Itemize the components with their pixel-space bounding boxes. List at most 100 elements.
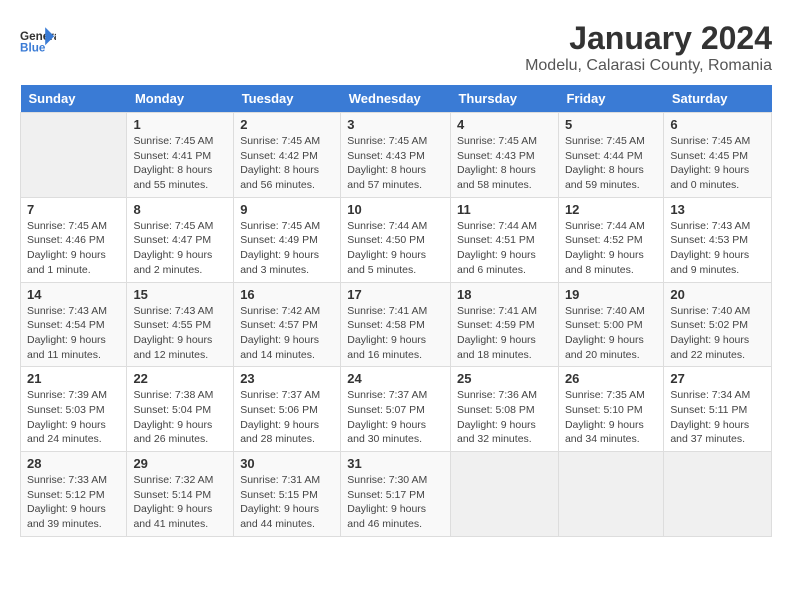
day-info: Sunrise: 7:39 AM Sunset: 5:03 PM Dayligh…: [27, 388, 120, 447]
day-info: Sunrise: 7:45 AM Sunset: 4:43 PM Dayligh…: [457, 134, 552, 193]
day-info: Sunrise: 7:45 AM Sunset: 4:46 PM Dayligh…: [27, 219, 120, 278]
weekday-header-cell: Wednesday: [341, 85, 451, 113]
day-number: 6: [670, 117, 765, 132]
calendar-cell: 9 Sunrise: 7:45 AM Sunset: 4:49 PM Daylig…: [234, 197, 341, 282]
day-number: 2: [240, 117, 334, 132]
day-number: 27: [670, 371, 765, 386]
day-number: 3: [347, 117, 444, 132]
day-number: 1: [133, 117, 227, 132]
day-info: Sunrise: 7:44 AM Sunset: 4:50 PM Dayligh…: [347, 219, 444, 278]
day-number: 10: [347, 202, 444, 217]
day-number: 11: [457, 202, 552, 217]
page-subtitle: Modelu, Calarasi County, Romania: [525, 57, 772, 75]
day-number: 30: [240, 456, 334, 471]
day-info: Sunrise: 7:45 AM Sunset: 4:47 PM Dayligh…: [133, 219, 227, 278]
day-info: Sunrise: 7:43 AM Sunset: 4:55 PM Dayligh…: [133, 304, 227, 363]
weekday-header-cell: Friday: [558, 85, 663, 113]
calendar-cell: 27 Sunrise: 7:34 AM Sunset: 5:11 PM Dayli…: [664, 367, 772, 452]
calendar-cell: 13 Sunrise: 7:43 AM Sunset: 4:53 PM Dayli…: [664, 197, 772, 282]
calendar-cell: 29Sunrise: 7:32 AM Sunset: 5:14 PM Dayli…: [127, 452, 234, 537]
logo: General Blue: [20, 20, 56, 56]
weekday-header-cell: Sunday: [21, 85, 127, 113]
calendar-cell: 17 Sunrise: 7:41 AM Sunset: 4:58 PM Dayli…: [341, 282, 451, 367]
calendar-cell: 28 Sunrise: 7:33 AM Sunset: 5:12 PM Dayli…: [21, 452, 127, 537]
day-info: Sunrise: 7:41 AM Sunset: 4:59 PM Dayligh…: [457, 304, 552, 363]
day-info: Sunrise: 7:35 AM Sunset: 5:10 PM Dayligh…: [565, 388, 657, 447]
day-info: Sunrise: 7:43 AM Sunset: 4:54 PM Dayligh…: [27, 304, 120, 363]
day-info: Sunrise: 7:43 AM Sunset: 4:53 PM Dayligh…: [670, 219, 765, 278]
day-number: 8: [133, 202, 227, 217]
day-number: 5: [565, 117, 657, 132]
day-info: Sunrise: 7:37 AM Sunset: 5:07 PM Dayligh…: [347, 388, 444, 447]
title-block: January 2024 Modelu, Calarasi County, Ro…: [525, 20, 772, 75]
day-number: 13: [670, 202, 765, 217]
calendar-cell: 6 Sunrise: 7:45 AM Sunset: 4:45 PM Daylig…: [664, 113, 772, 198]
calendar-cell: 11 Sunrise: 7:44 AM Sunset: 4:51 PM Dayli…: [450, 197, 558, 282]
calendar-cell: 18 Sunrise: 7:41 AM Sunset: 4:59 PM Dayli…: [450, 282, 558, 367]
calendar-cell: [664, 452, 772, 537]
calendar-cell: 15Sunrise: 7:43 AM Sunset: 4:55 PM Dayli…: [127, 282, 234, 367]
calendar-cell: 8 Sunrise: 7:45 AM Sunset: 4:47 PM Daylig…: [127, 197, 234, 282]
day-number: 18: [457, 287, 552, 302]
calendar-week-row: 7 Sunrise: 7:45 AM Sunset: 4:46 PM Daylig…: [21, 197, 772, 282]
day-info: Sunrise: 7:33 AM Sunset: 5:12 PM Dayligh…: [27, 473, 120, 532]
svg-text:Blue: Blue: [20, 42, 46, 55]
day-info: Sunrise: 7:44 AM Sunset: 4:51 PM Dayligh…: [457, 219, 552, 278]
day-number: 4: [457, 117, 552, 132]
day-number: 23: [240, 371, 334, 386]
weekday-header-cell: Saturday: [664, 85, 772, 113]
calendar-cell: 7 Sunrise: 7:45 AM Sunset: 4:46 PM Daylig…: [21, 197, 127, 282]
day-number: 31: [347, 456, 444, 471]
day-info: Sunrise: 7:45 AM Sunset: 4:49 PM Dayligh…: [240, 219, 334, 278]
calendar-cell: 26 Sunrise: 7:35 AM Sunset: 5:10 PM Dayli…: [558, 367, 663, 452]
calendar-cell: 1 Sunrise: 7:45 AM Sunset: 4:41 PM Daylig…: [127, 113, 234, 198]
calendar-cell: 5 Sunrise: 7:45 AM Sunset: 4:44 PM Daylig…: [558, 113, 663, 198]
day-number: 26: [565, 371, 657, 386]
day-info: Sunrise: 7:42 AM Sunset: 4:57 PM Dayligh…: [240, 304, 334, 363]
calendar-cell: 23 Sunrise: 7:37 AM Sunset: 5:06 PM Dayli…: [234, 367, 341, 452]
weekday-header-cell: Thursday: [450, 85, 558, 113]
calendar-cell: 12Sunrise: 7:44 AM Sunset: 4:52 PM Dayli…: [558, 197, 663, 282]
day-number: 17: [347, 287, 444, 302]
calendar-table: SundayMondayTuesdayWednesdayThursdayFrid…: [20, 85, 772, 537]
day-number: 28: [27, 456, 120, 471]
calendar-week-row: 21Sunrise: 7:39 AM Sunset: 5:03 PM Dayli…: [21, 367, 772, 452]
calendar-cell: 2Sunrise: 7:45 AM Sunset: 4:42 PM Daylig…: [234, 113, 341, 198]
day-info: Sunrise: 7:34 AM Sunset: 5:11 PM Dayligh…: [670, 388, 765, 447]
day-info: Sunrise: 7:36 AM Sunset: 5:08 PM Dayligh…: [457, 388, 552, 447]
calendar-cell: 14 Sunrise: 7:43 AM Sunset: 4:54 PM Dayli…: [21, 282, 127, 367]
day-info: Sunrise: 7:41 AM Sunset: 4:58 PM Dayligh…: [347, 304, 444, 363]
calendar-cell: 22Sunrise: 7:38 AM Sunset: 5:04 PM Dayli…: [127, 367, 234, 452]
day-info: Sunrise: 7:45 AM Sunset: 4:41 PM Dayligh…: [133, 134, 227, 193]
day-info: Sunrise: 7:45 AM Sunset: 4:44 PM Dayligh…: [565, 134, 657, 193]
calendar-cell: [450, 452, 558, 537]
calendar-week-row: 14 Sunrise: 7:43 AM Sunset: 4:54 PM Dayli…: [21, 282, 772, 367]
day-number: 25: [457, 371, 552, 386]
calendar-week-row: 1 Sunrise: 7:45 AM Sunset: 4:41 PM Daylig…: [21, 113, 772, 198]
day-info: Sunrise: 7:45 AM Sunset: 4:45 PM Dayligh…: [670, 134, 765, 193]
day-info: Sunrise: 7:40 AM Sunset: 5:00 PM Dayligh…: [565, 304, 657, 363]
calendar-cell: 30 Sunrise: 7:31 AM Sunset: 5:15 PM Dayli…: [234, 452, 341, 537]
weekday-header-cell: Tuesday: [234, 85, 341, 113]
day-info: Sunrise: 7:45 AM Sunset: 4:43 PM Dayligh…: [347, 134, 444, 193]
calendar-cell: 10 Sunrise: 7:44 AM Sunset: 4:50 PM Dayli…: [341, 197, 451, 282]
calendar-cell: 24Sunrise: 7:37 AM Sunset: 5:07 PM Dayli…: [341, 367, 451, 452]
day-info: Sunrise: 7:31 AM Sunset: 5:15 PM Dayligh…: [240, 473, 334, 532]
calendar-cell: 16 Sunrise: 7:42 AM Sunset: 4:57 PM Dayli…: [234, 282, 341, 367]
day-number: 29: [133, 456, 227, 471]
calendar-cell: [21, 113, 127, 198]
day-number: 7: [27, 202, 120, 217]
day-info: Sunrise: 7:30 AM Sunset: 5:17 PM Dayligh…: [347, 473, 444, 532]
calendar-week-row: 28 Sunrise: 7:33 AM Sunset: 5:12 PM Dayli…: [21, 452, 772, 537]
day-info: Sunrise: 7:40 AM Sunset: 5:02 PM Dayligh…: [670, 304, 765, 363]
weekday-header-cell: Monday: [127, 85, 234, 113]
day-info: Sunrise: 7:37 AM Sunset: 5:06 PM Dayligh…: [240, 388, 334, 447]
weekday-header-row: SundayMondayTuesdayWednesdayThursdayFrid…: [21, 85, 772, 113]
calendar-cell: 4 Sunrise: 7:45 AM Sunset: 4:43 PM Daylig…: [450, 113, 558, 198]
calendar-body: 1 Sunrise: 7:45 AM Sunset: 4:41 PM Daylig…: [21, 113, 772, 537]
day-number: 22: [133, 371, 227, 386]
day-number: 14: [27, 287, 120, 302]
day-number: 16: [240, 287, 334, 302]
day-number: 9: [240, 202, 334, 217]
calendar-cell: 21Sunrise: 7:39 AM Sunset: 5:03 PM Dayli…: [21, 367, 127, 452]
